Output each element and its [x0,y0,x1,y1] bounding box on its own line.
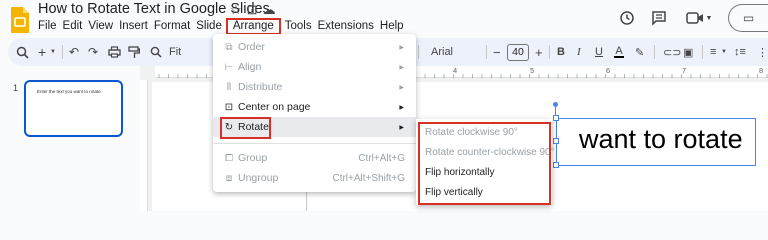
font-select[interactable]: Arial [431,38,453,66]
add-comment-icon[interactable]: ▣ [683,38,693,66]
ruler-number: 8 [759,66,764,75]
menu-item-shortcut: Ctrl+Alt+Shift+G [332,172,405,184]
play-icon: ▭ [742,11,755,25]
menu-item-shortcut: Ctrl+Alt+G [358,152,405,164]
rotate-highlight-box [220,117,271,139]
submenu-arrow-icon: ▶ [399,44,404,51]
submenu-arrow-icon: ▶ [399,84,404,91]
menu-item-label: Ungroup [238,172,279,184]
zoom-select[interactable]: Fit [169,38,181,66]
menu-item-label: Distribute [238,81,283,93]
menu-file[interactable]: File [38,19,60,34]
ruler-number: 5 [530,66,535,75]
menu-item-center-on-page[interactable]: ⊡ Center on page ▶ [213,97,416,117]
slides-logo-icon[interactable] [10,6,30,34]
font-size-input[interactable]: 40 [507,43,529,61]
menu-item-align[interactable]: ⊢ Align ▶ [213,57,416,77]
search-menus-icon[interactable] [16,38,29,66]
menu-insert[interactable]: Insert [116,19,151,34]
resize-handle[interactable] [553,115,559,121]
undo-icon[interactable]: ↶ [69,38,79,66]
ruler-number: 6 [606,66,611,75]
resize-handle[interactable] [553,138,559,144]
menu-edit[interactable]: Edit [60,19,86,34]
submenu-arrow-icon: ▶ [399,64,404,71]
ruler-number: 4 [453,66,458,75]
arrange-menu: ⧉ Order ▶ ⊢ Align ▶ ⫴ Distribute ▶ ⊡ Cen… [213,34,416,192]
rotation-handle[interactable] [553,102,558,107]
menu-format[interactable]: Format [151,19,193,34]
comments-icon[interactable] [646,7,672,29]
menu-item-label: Align [238,61,262,73]
version-history-icon[interactable] [614,7,640,29]
align-chevron-icon[interactable]: ▼ [721,38,727,66]
italic-icon[interactable]: I [577,38,581,66]
menu-bar: File Edit View Insert Format Slide Arran… [38,18,407,35]
ruler-number: 7 [682,66,687,75]
slideshow-button[interactable]: ▭ [728,4,768,32]
submenu-arrow-icon: ▶ [399,124,404,131]
menu-view[interactable]: View [85,19,116,34]
menu-help[interactable]: Help [377,19,407,34]
increase-font-size-icon[interactable]: + [535,38,543,66]
bold-icon[interactable]: B [557,38,565,66]
distribute-icon: ⫴ [226,81,232,93]
menu-separator [213,143,416,144]
thumbnail-text: Enter the text you want to rotate [37,89,101,94]
menu-tools[interactable]: Tools [282,19,315,34]
move-folder-icon[interactable]: ⊡ [247,2,258,18]
menu-item-label: Order [238,41,265,53]
menu-item-label: Center on page [238,101,311,113]
menu-item-label: Group [238,152,268,164]
text-color-icon[interactable]: A [614,38,624,66]
print-icon[interactable] [108,38,121,66]
ungroup-icon: ⧈ [225,172,233,184]
menu-item-distribute[interactable]: ⫴ Distribute ▶ [213,77,416,97]
align-icon: ⊢ [224,61,234,73]
menu-item-group[interactable]: ⧠ Group Ctrl+Alt+G [213,148,416,168]
star-icon[interactable]: ☆ [230,2,242,18]
vertical-ruler [140,80,148,211]
new-slide-chevron-icon[interactable]: ▼ [50,38,56,66]
menu-extensions[interactable]: Extensions [315,19,377,34]
chevron-down-icon: ▼ [705,14,713,22]
submenu-highlight-box [418,122,551,205]
center-icon: ⊡ [224,101,234,113]
numbered-list-icon[interactable]: ⋮≡ [757,38,768,66]
insert-link-icon[interactable]: ⊂⊃ [663,38,681,66]
zoom-icon[interactable] [150,38,162,66]
underline-icon[interactable]: U [595,38,603,66]
group-icon: ⧠ [225,152,233,164]
menu-slide[interactable]: Slide [193,19,225,34]
slide-number: 1 [13,83,19,93]
video-camera-icon [685,12,703,24]
line-spacing-icon[interactable]: ↕≡ [734,38,746,66]
menu-item-ungroup[interactable]: ⧈ Ungroup Ctrl+Alt+Shift+G [213,168,416,188]
slide-text[interactable]: want to rotate [579,124,743,155]
submenu-arrow-icon: ▶ [399,104,404,111]
resize-handle[interactable] [553,162,559,168]
menu-arrange[interactable]: Arrange [225,18,281,35]
decrease-font-size-icon[interactable]: − [493,38,501,66]
new-slide-icon[interactable]: + [38,38,46,66]
order-icon: ⧉ [225,41,233,53]
menu-item-order[interactable]: ⧉ Order ▶ [213,37,416,57]
meet-button[interactable]: ▼ [682,7,716,29]
cloud-status-icon[interactable]: ☁ [263,2,276,18]
paint-format-icon[interactable] [128,38,140,66]
redo-icon[interactable]: ↷ [88,38,98,66]
highlight-color-icon[interactable]: ✎ [635,38,644,66]
slide-thumbnail[interactable]: Enter the text you want to rotate [24,80,123,137]
align-left-icon[interactable]: ≡ [710,38,716,66]
